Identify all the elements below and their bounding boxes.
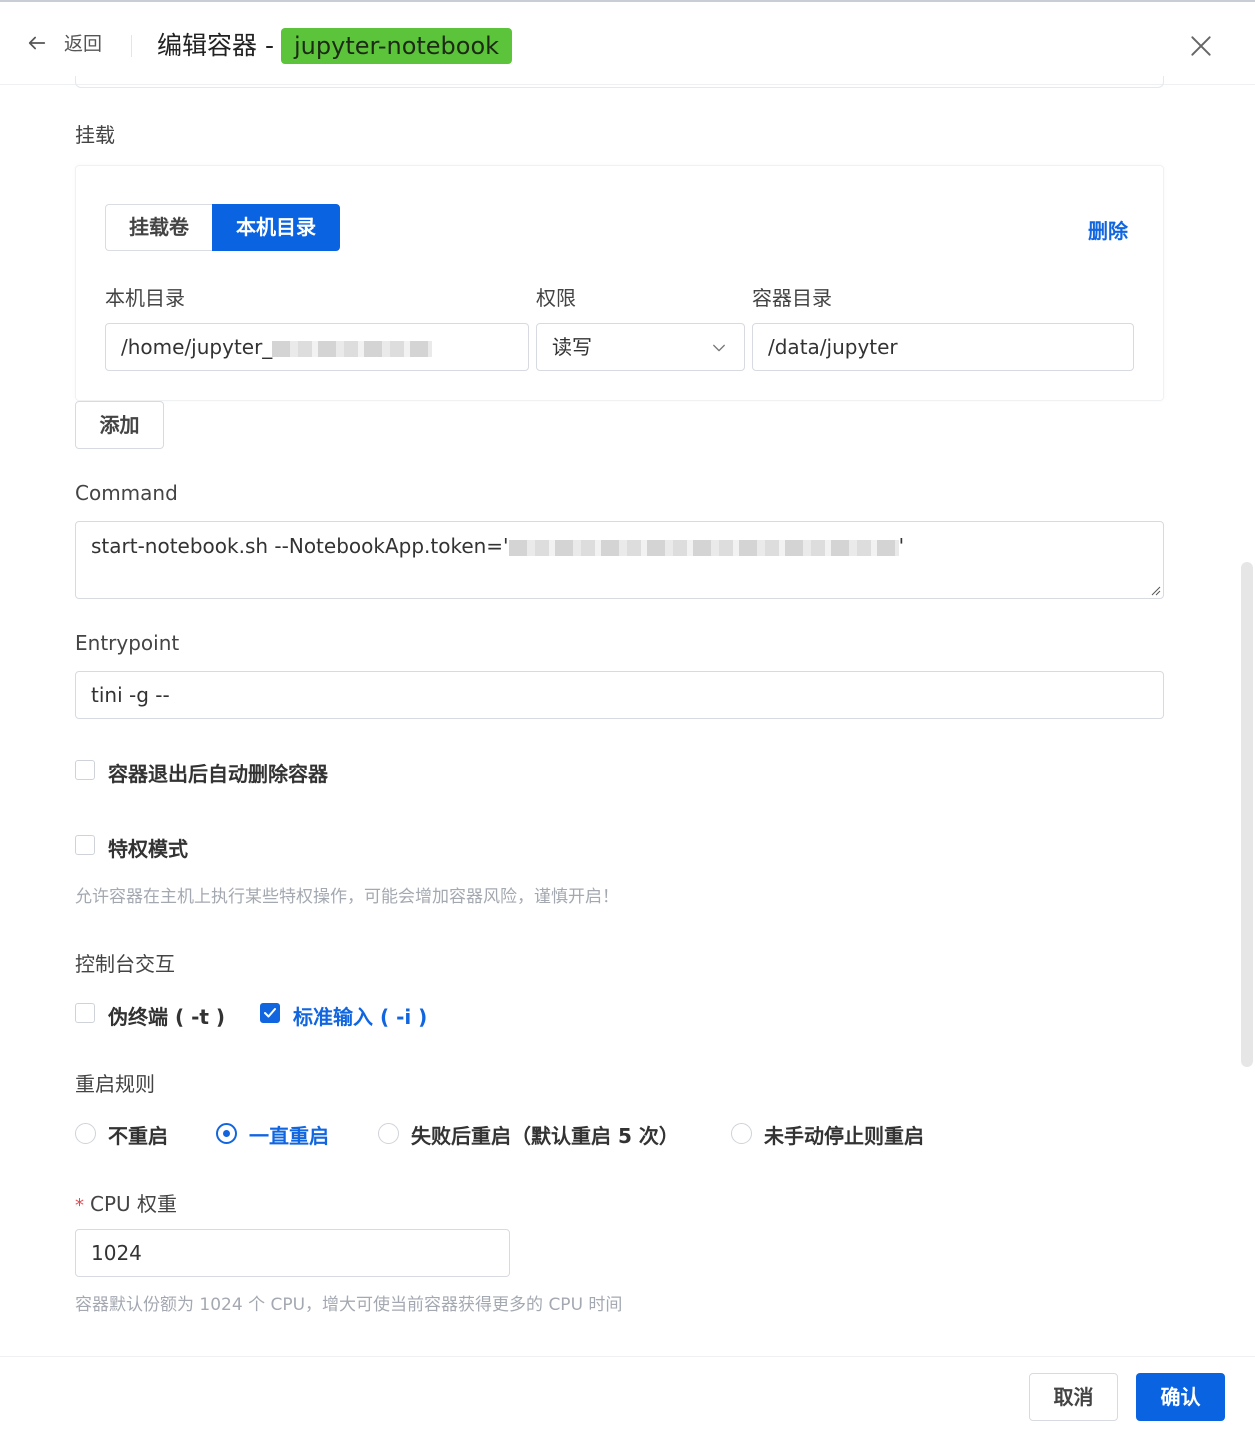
container-dir-column-label: 容器目录: [752, 286, 832, 310]
mount-section-label: 挂载: [75, 123, 115, 147]
restart-unless-stopped-radio[interactable]: [731, 1123, 752, 1144]
command-value: start-notebook.sh --NotebookApp.token=': [91, 534, 509, 558]
entrypoint-value: tini -g --: [91, 683, 170, 707]
close-icon[interactable]: [1188, 33, 1214, 59]
required-mark: *: [75, 1195, 84, 1216]
confirm-button[interactable]: 确认: [1136, 1373, 1225, 1421]
auto-remove-label[interactable]: 容器退出后自动删除容器: [108, 758, 328, 787]
chevron-down-icon: [713, 344, 725, 352]
restart-section-label: 重启规则: [75, 1072, 155, 1096]
back-button[interactable]: 返回: [26, 29, 102, 56]
check-icon: [264, 1008, 276, 1018]
tty-checkbox[interactable]: [75, 1003, 95, 1023]
cpu-weight-value: 1024: [91, 1241, 142, 1265]
container-dir-input[interactable]: /data/jupyter: [752, 323, 1134, 371]
delete-mount-link[interactable]: 删除: [1088, 215, 1128, 244]
header-divider: [131, 35, 132, 57]
redacted-text: [272, 340, 433, 357]
redacted-token: [508, 539, 899, 556]
cpu-weight-hint: 容器默认份额为 1024 个 CPU，增大可使当前容器获得更多的 CPU 时间: [75, 1295, 623, 1315]
cpu-weight-label: * CPU 权重: [75, 1188, 177, 1217]
entrypoint-label: Entrypoint: [75, 631, 180, 655]
back-label: 返回: [64, 33, 103, 55]
arrow-left-icon: [28, 36, 46, 49]
mount-type-switch: 挂载卷 本机目录: [105, 204, 340, 251]
stdin-label[interactable]: 标准输入 ( -i ): [293, 1001, 427, 1030]
tty-label[interactable]: 伪终端 ( -t ): [108, 1001, 225, 1030]
restart-on-failure-label[interactable]: 失败后重启（默认重启 5 次）: [411, 1120, 679, 1149]
cpu-weight-label-text: CPU 权重: [90, 1192, 178, 1216]
restart-always-label[interactable]: 一直重启: [249, 1120, 329, 1149]
restart-on-failure-radio[interactable]: [378, 1123, 399, 1144]
resize-handle-icon[interactable]: [1151, 586, 1161, 596]
host-dir-value: /home/jupyter_: [121, 335, 273, 359]
permission-column-label: 权限: [536, 286, 576, 310]
privileged-label[interactable]: 特权模式: [108, 833, 188, 862]
host-dir-column-label: 本机目录: [105, 286, 185, 310]
command-value-end: ': [898, 534, 905, 558]
console-section-label: 控制台交互: [75, 952, 175, 976]
restart-no-label[interactable]: 不重启: [108, 1120, 168, 1149]
drawer-header: 返回 编辑容器 - jupyter-notebook: [0, 2, 1255, 85]
drawer-footer: 取消 确认: [0, 1356, 1255, 1447]
command-textarea[interactable]: start-notebook.sh --NotebookApp.token=' ': [75, 521, 1164, 599]
container-name-tag: jupyter-notebook: [281, 28, 513, 64]
restart-unless-stopped-label[interactable]: 未手动停止则重启: [764, 1120, 924, 1149]
scrollbar-thumb[interactable]: [1241, 562, 1253, 1067]
permission-value: 读写: [552, 335, 592, 359]
command-label: Command: [75, 481, 178, 505]
tab-volume[interactable]: 挂载卷: [105, 204, 212, 251]
stdin-checkbox[interactable]: [260, 1003, 280, 1023]
entrypoint-input[interactable]: tini -g --: [75, 671, 1164, 719]
add-mount-button[interactable]: 添加: [75, 401, 164, 449]
restart-always-radio[interactable]: [216, 1123, 237, 1144]
cpu-weight-input[interactable]: 1024: [75, 1229, 510, 1277]
container-dir-value: /data/jupyter: [768, 335, 898, 359]
page-title: 编辑容器 -: [157, 31, 274, 60]
cancel-button[interactable]: 取消: [1029, 1373, 1118, 1421]
permission-select[interactable]: 读写: [536, 323, 745, 371]
previous-card-edge: [75, 76, 1164, 88]
restart-no-radio[interactable]: [75, 1123, 96, 1144]
auto-remove-checkbox[interactable]: [75, 760, 95, 780]
tab-host-dir[interactable]: 本机目录: [212, 204, 340, 251]
privileged-checkbox[interactable]: [75, 835, 95, 855]
host-dir-input[interactable]: /home/jupyter_: [105, 323, 529, 371]
privileged-hint: 允许容器在主机上执行某些特权操作，可能会增加容器风险，谨慎开启！: [75, 887, 619, 907]
